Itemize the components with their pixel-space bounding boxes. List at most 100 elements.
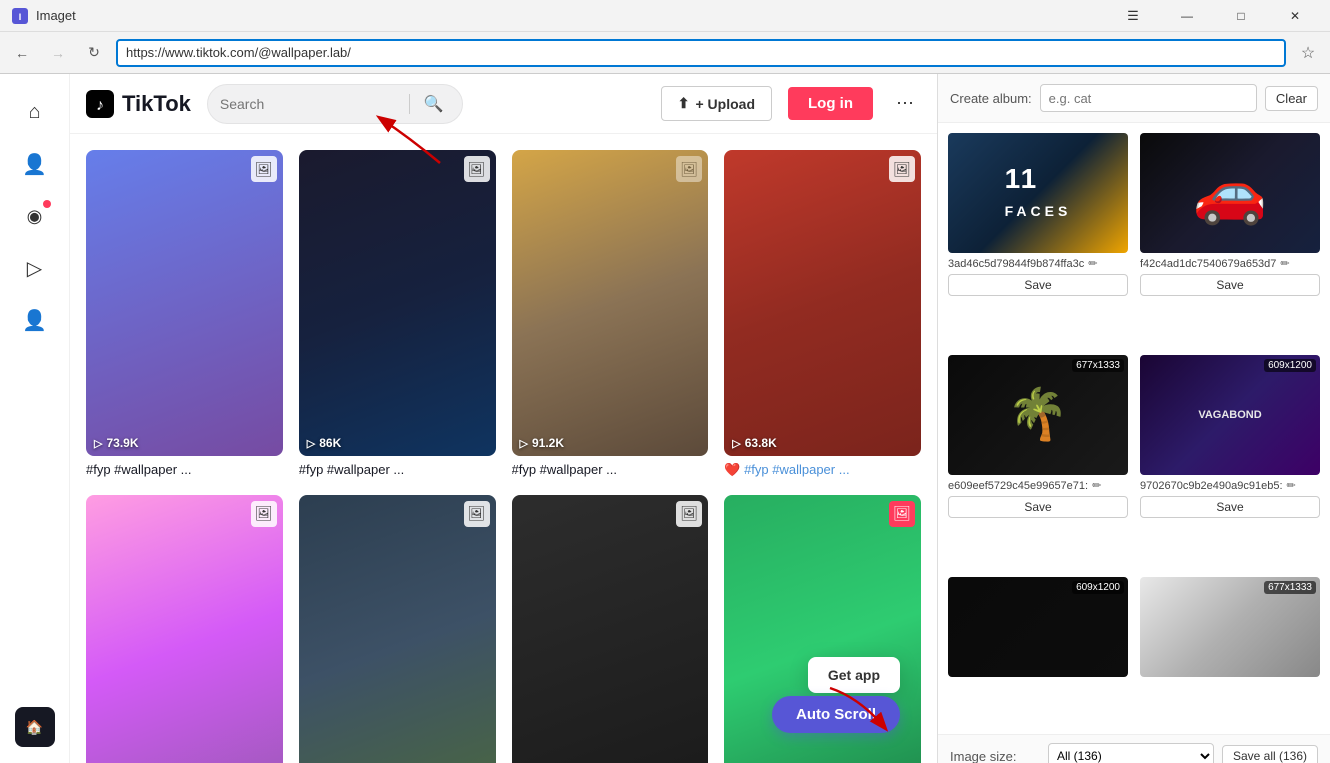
play-icon-2: ▷	[307, 437, 315, 450]
get-app-label: Get app	[828, 667, 880, 683]
imaget-icon: 🏠	[26, 719, 43, 736]
home-icon: ⌂	[28, 101, 40, 124]
tiktok-logo[interactable]: ♪ TikTok	[86, 90, 191, 118]
video-card-6[interactable]: 🖼 ▷ 64.6K Hope this reaches the ...	[299, 495, 496, 763]
ext-edit-icon-2[interactable]: ✏	[1280, 257, 1289, 270]
forward-button[interactable]: →	[44, 39, 72, 67]
ext-save-btn-3[interactable]: Save	[948, 496, 1128, 518]
sidebar-imaget-icon[interactable]: 🏠	[15, 707, 55, 747]
ext-edit-icon-4[interactable]: ✏	[1287, 479, 1296, 492]
save-image-icon-5[interactable]: 🖼	[251, 501, 277, 527]
play-icon-1: ▷	[94, 437, 102, 450]
video-thumbnail-4: 🖼 ▷ 63.8K	[724, 150, 921, 456]
ext-edit-icon-1[interactable]: ✏	[1088, 257, 1097, 270]
following-icon: 👤	[22, 152, 47, 177]
save-image-icon-6[interactable]: 🖼	[464, 501, 490, 527]
save-all-button[interactable]: Save all (136)	[1222, 745, 1318, 763]
ext-size-badge-4: 609x1200	[1264, 359, 1316, 372]
save-image-icon-3[interactable]: 🖼	[676, 156, 702, 182]
tiktok-search-button[interactable]: 🔍	[418, 88, 450, 120]
ext-image-thumb-4: 609x1200 VAGABOND	[1140, 355, 1320, 475]
save-image-icon-2[interactable]: 🖼	[464, 156, 490, 182]
ext-image-cell-1: 11FACES 3ad46c5d79844f9b874ffa3c ✏ Save	[942, 127, 1134, 349]
video-desc-3: #fyp #wallpaper ...	[512, 462, 709, 479]
play-count-2: ▷ 86K	[307, 436, 341, 450]
search-icon: 🔍	[424, 94, 444, 114]
sidebar-item-explore[interactable]: ◉	[13, 194, 57, 238]
ext-size-badge-5: 609x1200	[1072, 581, 1124, 594]
ext-image-name-2: f42c4ad1dc7540679a653d7 ✏	[1140, 257, 1320, 270]
get-app-popup[interactable]: Get app	[808, 657, 900, 693]
svg-text:I: I	[19, 12, 22, 22]
extension-panel: Create album: Clear 11FACES 3ad46c5d7984…	[937, 74, 1330, 763]
ext-image-thumb-3: 677x1333 🌴	[948, 355, 1128, 475]
ext-image-name-3: e609eef5729c45e99657e71: ✏	[948, 479, 1128, 492]
play-icon-3: ▷	[520, 437, 528, 450]
ext-size-badge-3: 677x1333	[1072, 359, 1124, 372]
ext-save-btn-1[interactable]: Save	[948, 274, 1128, 296]
search-divider	[409, 94, 410, 114]
tiktok-search-bar[interactable]: 🔍	[207, 84, 463, 124]
video-desc-2: #fyp #wallpaper ...	[299, 462, 496, 479]
maximize-window-button[interactable]: □	[1218, 0, 1264, 32]
save-image-icon-8[interactable]: 🖼	[889, 501, 915, 527]
video-grid: 🖼 ▷ 73.9K #fyp #wallpaper ... 🖼	[70, 134, 937, 763]
video-thumbnail-5: 🖼 ▷ 206.2K	[86, 495, 283, 763]
save-image-icon-1[interactable]: 🖼	[251, 156, 277, 182]
sidebar-item-live[interactable]: ▷	[13, 246, 57, 290]
tiktok-page: ⌂ 👤 ◉ ▷ 👤 🏠	[0, 74, 937, 763]
sidebar-item-profile[interactable]: 👤	[13, 298, 57, 342]
image-size-label: Image size:	[950, 749, 1040, 763]
ext-image-thumb-1: 11FACES	[948, 133, 1128, 253]
tiktok-search-input[interactable]	[220, 96, 401, 112]
ext-size-badge-6: 677x1333	[1264, 581, 1316, 594]
refresh-button[interactable]: ↻	[80, 39, 108, 67]
ext-save-btn-4[interactable]: Save	[1140, 496, 1320, 518]
video-desc-1: #fyp #wallpaper ...	[86, 462, 283, 479]
video-thumbnail-1: 🖼 ▷ 73.9K	[86, 150, 283, 456]
album-name-input[interactable]	[1040, 84, 1257, 112]
sidebar-item-following[interactable]: 👤	[13, 142, 57, 186]
save-image-icon-4[interactable]: 🖼	[889, 156, 915, 182]
ext-images-grid: 11FACES 3ad46c5d79844f9b874ffa3c ✏ Save …	[938, 123, 1330, 734]
ext-image-thumb-5: 609x1200	[948, 577, 1128, 677]
svg-text:♪: ♪	[96, 97, 104, 114]
play-count-3: ▷ 91.2K	[520, 436, 565, 450]
create-album-label: Create album:	[950, 91, 1032, 106]
upload-button[interactable]: ⬆ + Upload	[661, 86, 772, 121]
video-card-1[interactable]: 🖼 ▷ 73.9K #fyp #wallpaper ...	[86, 150, 283, 479]
address-bar[interactable]	[116, 39, 1286, 67]
main-content-area: ⌂ 👤 ◉ ▷ 👤 🏠	[0, 74, 937, 763]
auto-scroll-label: Auto Scroll	[796, 706, 876, 723]
bookmark-button[interactable]: ☆	[1294, 39, 1322, 67]
video-card-5[interactable]: 🖼 ▷ 206.2K #fyp #wallpaper ...	[86, 495, 283, 763]
tiktok-sidebar: ⌂ 👤 ◉ ▷ 👤 🏠	[0, 74, 70, 763]
notification-dot	[43, 200, 51, 208]
play-icon-4: ▷	[732, 437, 740, 450]
sidebar-item-home[interactable]: ⌂	[13, 90, 57, 134]
upload-label: + Upload	[695, 96, 755, 112]
video-thumbnail-2: 🖼 ▷ 86K	[299, 150, 496, 456]
clear-button[interactable]: Clear	[1265, 86, 1318, 111]
save-image-icon-7[interactable]: 🖼	[676, 501, 702, 527]
minimize-button[interactable]: ☰	[1110, 0, 1156, 32]
video-card-7[interactable]: 🖼 ▷ 70.1K #fyp #wallpaper ...	[512, 495, 709, 763]
close-window-button[interactable]: ✕	[1272, 0, 1318, 32]
video-card-3[interactable]: 🖼 ▷ 91.2K #fyp #wallpaper ...	[512, 150, 709, 479]
login-button[interactable]: Log in	[788, 87, 873, 120]
ext-image-cell-5: 609x1200	[942, 571, 1134, 730]
tiktok-logo-text: TikTok	[122, 91, 191, 117]
back-button[interactable]: ←	[8, 39, 36, 67]
ext-edit-icon-3[interactable]: ✏	[1092, 479, 1101, 492]
play-count-4: ▷ 63.8K	[732, 436, 777, 450]
more-options-button[interactable]: ⋯	[889, 88, 921, 120]
ext-footer: Image size: All (136) Save all (136) Sav…	[938, 734, 1330, 763]
ext-image-name-1: 3ad46c5d79844f9b874ffa3c ✏	[948, 257, 1128, 270]
image-size-select[interactable]: All (136)	[1048, 743, 1214, 763]
upload-icon: ⬆	[678, 95, 690, 112]
video-card-4[interactable]: 🖼 ▷ 63.8K ❤️ #fyp #wallpaper ...	[724, 150, 921, 479]
auto-scroll-button[interactable]: Auto Scroll	[772, 696, 900, 733]
ext-save-btn-2[interactable]: Save	[1140, 274, 1320, 296]
video-card-2[interactable]: 🖼 ▷ 86K #fyp #wallpaper ...	[299, 150, 496, 479]
minimize-window-button[interactable]: —	[1164, 0, 1210, 32]
